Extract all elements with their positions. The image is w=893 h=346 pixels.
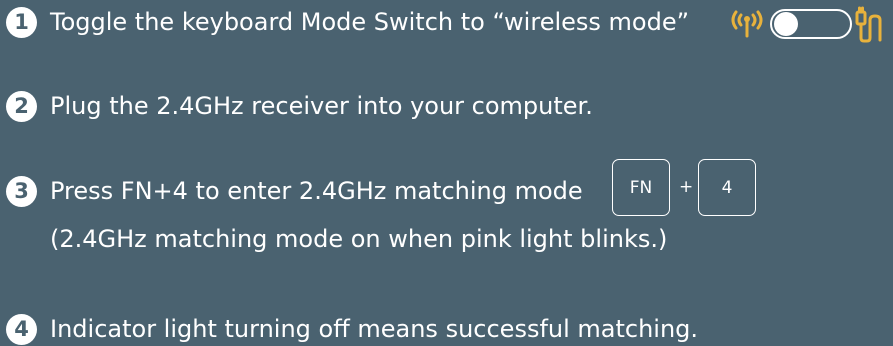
wireless-signal-icon bbox=[731, 10, 763, 38]
fn-key: FN bbox=[612, 159, 670, 216]
step-3-subtext: (2.4GHz matching mode on when pink light… bbox=[50, 225, 668, 253]
step-1-number-badge: 1 bbox=[6, 7, 37, 38]
step-4-text: Indicator light turning off means succes… bbox=[50, 315, 699, 343]
step-3-text: Press FN+4 to enter 2.4GHz matching mode bbox=[50, 177, 583, 205]
toggle-knob bbox=[774, 12, 798, 36]
four-key: 4 bbox=[698, 159, 756, 216]
step-3-number-badge: 3 bbox=[6, 176, 37, 207]
usb-cable-plug-icon bbox=[855, 6, 882, 43]
step-4-number-badge: 4 bbox=[6, 314, 37, 345]
plus-sign: + bbox=[679, 177, 694, 197]
step-2-text: Plug the 2.4GHz receiver into your compu… bbox=[50, 92, 593, 120]
step-1-text: Toggle the keyboard Mode Switch to “wire… bbox=[50, 8, 690, 36]
step-2-number-badge: 2 bbox=[6, 91, 37, 122]
mode-toggle-switch bbox=[770, 9, 852, 39]
